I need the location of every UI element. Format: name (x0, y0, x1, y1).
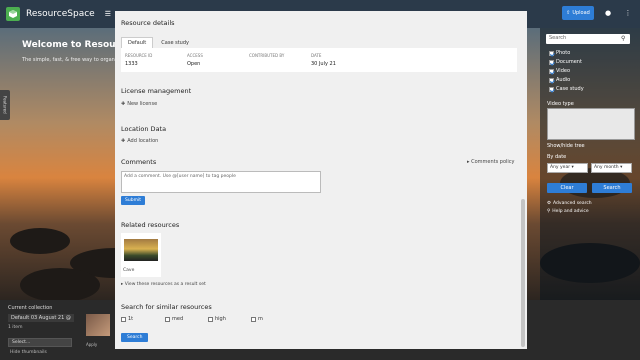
advanced-search-link[interactable]: ⚙ Advanced search (547, 201, 592, 206)
new-license-link[interactable]: ✚ New license (121, 101, 157, 107)
comments-title: Comments (121, 158, 157, 166)
similar-checkbox[interactable] (251, 316, 256, 322)
location-data-title: Location Data (121, 125, 167, 133)
search-icon[interactable]: ⚲ (621, 35, 625, 42)
case-study-label: Case study (556, 86, 584, 92)
resource-type-case-study[interactable]: Case study (549, 86, 584, 92)
help-icon: ⚲ (547, 209, 551, 214)
detail-value: Open (187, 61, 201, 67)
tab-case-study[interactable]: Case study (155, 37, 195, 48)
similar-checkbox[interactable] (208, 316, 213, 322)
similar-checkbox[interactable] (165, 316, 170, 322)
detail-header: RESOURCE ID (125, 53, 153, 58)
detail-resource-id: RESOURCE ID 1333 (125, 53, 152, 67)
show-hide-tree-link[interactable]: Show/hide tree (547, 143, 585, 149)
document-label: Document (556, 59, 582, 65)
document-checkbox[interactable] (549, 59, 554, 65)
by-date-label: By date (547, 154, 567, 160)
chevron-right-icon: ▸ (467, 159, 470, 165)
cube-icon (9, 10, 17, 18)
resource-type-audio[interactable]: Audio (549, 77, 570, 83)
detail-access: ACCESS Open (187, 53, 203, 67)
video-label: Video (556, 68, 571, 74)
similar-option-3[interactable]: high (208, 316, 226, 322)
user-icon[interactable]: ● (604, 9, 612, 17)
case-study-checkbox[interactable] (549, 86, 554, 92)
video-type-list[interactable] (547, 108, 635, 140)
add-location-link[interactable]: ✚ Add location (121, 138, 158, 144)
upload-icon: ⇧ (566, 10, 571, 16)
collection-thumbnail-label: Apply (86, 342, 98, 347)
detail-contributed-by: CONTRIBUTED BY (249, 53, 284, 61)
photo-checkbox[interactable] (549, 50, 554, 56)
upload-label: Upload (572, 10, 590, 16)
resource-type-video[interactable]: Video (549, 68, 570, 74)
audio-checkbox[interactable] (549, 77, 554, 83)
resource-type-document[interactable]: Document (549, 59, 582, 65)
month-select[interactable]: Any month ▾ (591, 163, 632, 173)
collection-title: Current collection (8, 305, 53, 311)
clear-button[interactable]: Clear (547, 183, 587, 193)
similar-option-label: m (258, 316, 263, 322)
help-link[interactable]: ⚲ Help and advice (547, 209, 589, 214)
menu-dots-icon[interactable]: ⋮ (624, 9, 632, 17)
similar-option-label: high (215, 316, 226, 322)
modal-scrollbar[interactable] (521, 199, 525, 347)
gear-icon: ⚙ (547, 201, 552, 206)
collection-count: 1 item (8, 325, 23, 330)
collection-thumbnail[interactable] (86, 314, 110, 336)
related-resource-thumbnail[interactable] (124, 239, 158, 261)
comment-textarea[interactable]: Add a comment. Use @[user name] to tag p… (121, 171, 321, 193)
license-management-title: License management (121, 87, 192, 95)
hide-thumbnails-link[interactable]: Hide thumbnails (10, 350, 47, 355)
collection-action-select[interactable]: Select... (8, 338, 72, 347)
plus-icon: ✚ (121, 101, 126, 107)
photo-label: Photo (556, 50, 571, 56)
year-select[interactable]: Any year ▾ (547, 163, 588, 173)
menu-icon[interactable]: ☰ (105, 10, 111, 18)
detail-value: 30 July 21 (311, 61, 336, 67)
tab-default[interactable]: Default (121, 37, 154, 48)
similar-resources-title: Search for similar resources (121, 303, 212, 311)
resource-type-photo[interactable]: Photo (549, 50, 570, 56)
view-as-result-set-link[interactable]: ▸ View these resources as a result set (121, 282, 206, 287)
search-button[interactable]: Search (592, 183, 632, 193)
similar-checkbox[interactable] (121, 316, 126, 322)
plus-icon: ✚ (121, 138, 126, 144)
detail-header: ACCESS (187, 53, 203, 58)
upload-button[interactable]: ⇧ Upload (562, 6, 594, 20)
related-resource-label: Cave (123, 268, 135, 273)
logo[interactable] (6, 7, 20, 21)
chevron-right-icon: ▸ (121, 282, 124, 287)
resource-modal: Resource details Default Case study RESO… (115, 11, 527, 349)
related-resource-card[interactable]: Cave (121, 233, 161, 277)
similar-option-2[interactable]: med (165, 316, 183, 322)
similar-option-1[interactable]: 1t (121, 316, 133, 322)
detail-date: DATE 30 July 21 (311, 53, 336, 67)
collection-name[interactable]: Default 03 August 21 @ (8, 314, 74, 322)
detail-header: CONTRIBUTED BY (249, 53, 285, 58)
video-type-label: Video type (547, 101, 574, 107)
welcome-subtitle: The simple, fast, & free way to organ (22, 57, 115, 63)
related-resources-title: Related resources (121, 221, 180, 229)
app-name[interactable]: ResourceSpace (26, 9, 95, 19)
similar-option-4[interactable]: m (251, 316, 263, 322)
detail-header: DATE (311, 53, 322, 58)
details-tabs: Default Case study (121, 37, 195, 48)
search-input[interactable]: Search (546, 34, 630, 44)
detail-value: 1333 (125, 61, 138, 67)
submit-comment-button[interactable]: Submit (121, 196, 145, 205)
resource-details-title: Resource details (121, 19, 175, 27)
similar-option-label: 1t (128, 316, 134, 322)
resource-details-panel: RESOURCE ID 1333 ACCESS Open CONTRIBUTED… (121, 48, 517, 72)
similar-option-label: med (172, 316, 184, 322)
audio-label: Audio (556, 77, 571, 83)
comments-policy-link[interactable]: ▸ Comments policy (467, 159, 515, 165)
featured-side-tab[interactable]: Featured (0, 90, 10, 120)
similar-search-button[interactable]: Search (121, 333, 149, 342)
video-checkbox[interactable] (549, 68, 554, 74)
